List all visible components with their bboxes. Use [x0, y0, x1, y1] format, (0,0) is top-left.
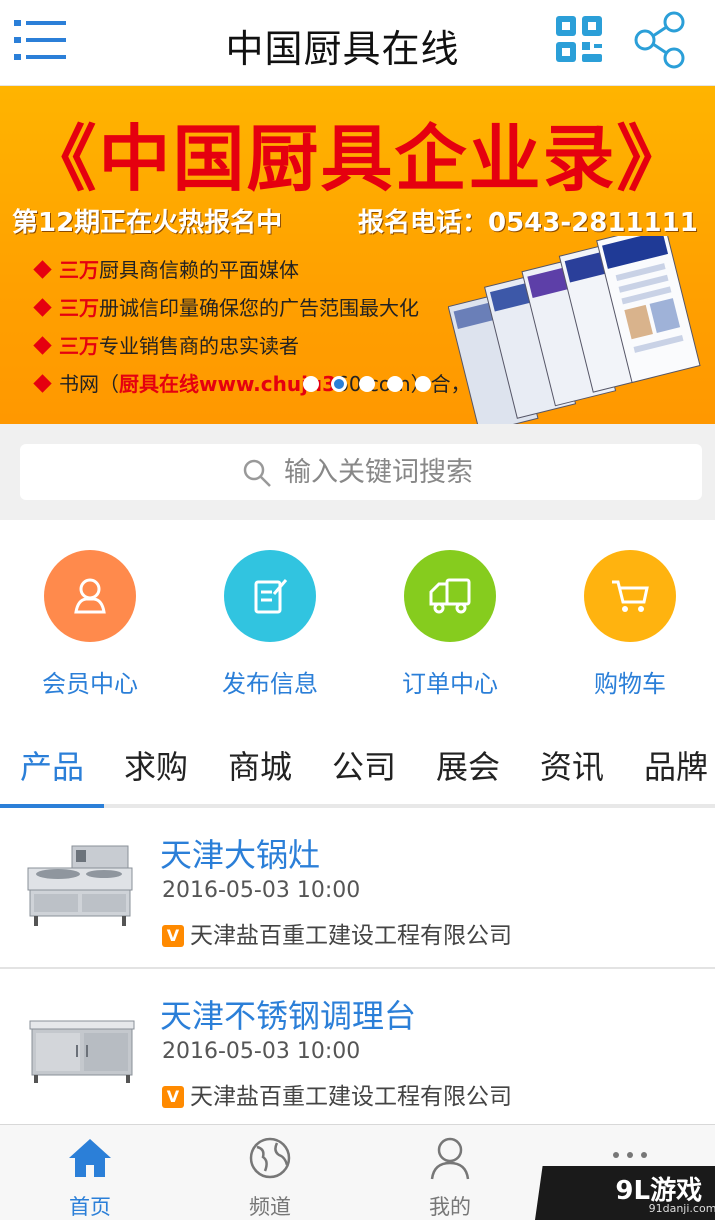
product-company: V 天津盐百重工建设工程有限公司	[162, 916, 512, 950]
search-area	[0, 424, 715, 520]
promo-banner[interactable]: 《中国厨具企业录》 第12期正在火热报名中 报名电话：0543-2811111 …	[0, 86, 715, 424]
carousel-dot-active[interactable]	[331, 376, 347, 392]
nav-mine[interactable]: 我的	[360, 1135, 540, 1220]
quick-nav-publish-info[interactable]: 发布信息	[180, 550, 360, 699]
catalog-books-image	[447, 223, 708, 424]
tab-buying[interactable]: 求购	[124, 742, 188, 788]
stove-image	[20, 834, 140, 934]
nav-label: 首页	[69, 1195, 111, 1219]
quick-nav-shopping-cart[interactable]: 购物车	[540, 550, 715, 699]
verified-badge-icon: V	[162, 1086, 184, 1108]
banner-subtitle-right: 报名电话：0543-2811111	[358, 208, 698, 238]
tab-mall[interactable]: 商城	[228, 742, 292, 788]
quick-nav-label: 订单中心	[402, 670, 498, 698]
edit-icon	[224, 550, 316, 642]
quick-nav: 会员中心 发布信息 订单中心 购物车	[0, 520, 715, 720]
app-title: 中国厨具在线	[225, 27, 460, 71]
tab-company[interactable]: 公司	[332, 742, 396, 788]
quick-nav-label: 会员中心	[42, 670, 138, 698]
company-name: 天津盐百重工建设工程有限公司	[190, 923, 512, 949]
cabinet-image	[20, 995, 140, 1095]
nav-channel[interactable]: 频道	[180, 1135, 360, 1220]
site-watermark: 9L游戏 91danji.com	[535, 1166, 715, 1220]
cart-icon	[584, 550, 676, 642]
company-name: 天津盐百重工建设工程有限公司	[190, 1084, 512, 1110]
quick-nav-label: 购物车	[594, 670, 666, 698]
quick-nav-label: 发布信息	[222, 670, 318, 698]
carousel-dot[interactable]	[415, 376, 431, 392]
tab-exhibition[interactable]: 展会	[436, 742, 500, 788]
search-box[interactable]	[20, 444, 702, 500]
home-icon	[67, 1135, 113, 1181]
product-list: 天津大锅灶 2016-05-03 10:00 V 天津盐百重工建设工程有限公司 天…	[0, 808, 715, 1130]
carousel-dot[interactable]	[303, 376, 319, 392]
quick-nav-order-center[interactable]: 订单中心	[360, 550, 540, 699]
user-icon	[44, 550, 136, 642]
product-title[interactable]: 天津不锈钢调理台	[160, 991, 416, 1037]
banner-subtitle-left: 第12期正在火热报名中	[12, 208, 283, 238]
verified-badge-icon: V	[162, 925, 184, 947]
carousel-dot[interactable]	[387, 376, 403, 392]
product-company: V 天津盐百重工建设工程有限公司	[162, 1077, 512, 1111]
quick-nav-member-center[interactable]: 会员中心	[0, 550, 180, 699]
diamond-icon	[33, 298, 52, 317]
product-date: 2016-05-03 10:00	[162, 878, 361, 903]
banner-title: 《中国厨具企业录》	[24, 116, 691, 201]
tab-brand[interactable]: 品牌	[644, 742, 708, 788]
list-item[interactable]: 天津不锈钢调理台 2016-05-03 10:00 V 天津盐百重工建设工程有限公…	[0, 969, 715, 1130]
diamond-icon	[33, 336, 52, 355]
list-item[interactable]: 天津大锅灶 2016-05-03 10:00 V 天津盐百重工建设工程有限公司	[0, 808, 715, 969]
product-date: 2016-05-03 10:00	[162, 1039, 361, 1064]
share-icon[interactable]	[632, 10, 688, 70]
carousel-indicator	[303, 376, 431, 392]
globe-icon	[247, 1135, 293, 1181]
nav-label: 频道	[249, 1195, 291, 1219]
watermark-url: 91danji.com	[648, 1202, 715, 1215]
diamond-icon	[33, 260, 52, 279]
search-input[interactable]	[284, 452, 664, 492]
nav-home[interactable]: 首页	[0, 1135, 180, 1220]
tab-news[interactable]: 资讯	[540, 742, 604, 788]
qr-code-icon[interactable]	[554, 14, 604, 64]
diamond-icon	[33, 374, 52, 393]
truck-icon	[404, 550, 496, 642]
app-header: 中国厨具在线	[0, 0, 715, 86]
category-tabs: 产品 求购 商城 公司 展会 资讯 品牌	[0, 720, 715, 808]
banner-bullet: 三万册诚信印量确保您的广告范围最大化	[33, 292, 419, 321]
banner-bullet: 三万专业销售商的忠实读者	[33, 330, 299, 359]
person-icon	[427, 1135, 473, 1181]
search-icon	[242, 458, 272, 488]
tab-products[interactable]: 产品	[20, 742, 84, 788]
carousel-dot[interactable]	[359, 376, 375, 392]
nav-label: 我的	[429, 1195, 471, 1219]
product-title[interactable]: 天津大锅灶	[160, 830, 320, 876]
banner-bullet: 三万厨具商信赖的平面媒体	[33, 254, 299, 283]
